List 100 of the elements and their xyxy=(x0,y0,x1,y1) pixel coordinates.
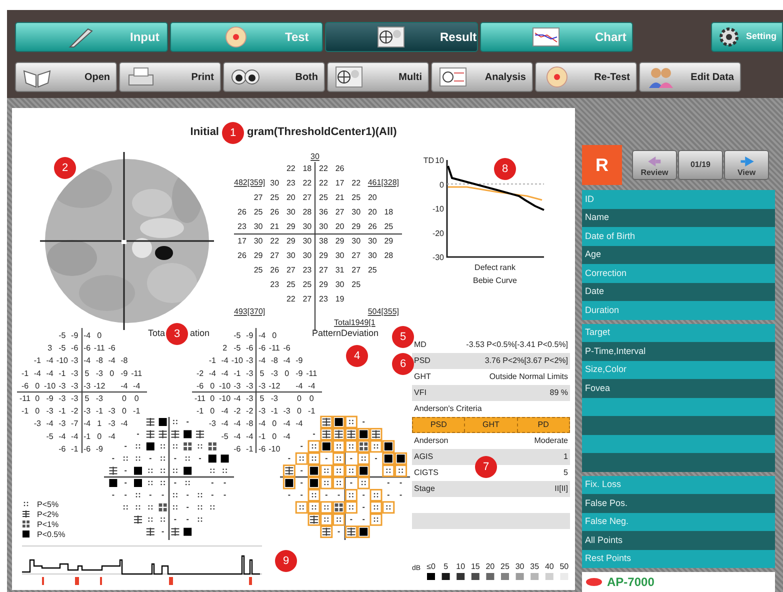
toolbar-button[interactable]: Both xyxy=(223,62,325,92)
report-title: gram(ThresholdCenter1)(All) xyxy=(247,126,397,138)
threshold-value: 29 xyxy=(254,251,263,260)
deviation-value: 0 xyxy=(210,394,215,403)
nav-button[interactable]: 01/19 xyxy=(678,150,723,180)
deviation-value: 0 xyxy=(210,381,215,390)
deviation-value: -10 xyxy=(231,356,243,366)
deviation-value: -4 xyxy=(83,419,91,428)
deviation-value: -9 xyxy=(120,368,128,378)
threshold-value: 30 xyxy=(368,236,377,246)
deviation-value: -4 xyxy=(71,432,78,441)
deviation-value: 0 xyxy=(134,394,139,403)
legend-symbol-icon xyxy=(22,520,30,528)
toolbar-button[interactable]: Edit Data xyxy=(639,62,741,92)
deviation-value: -9 xyxy=(46,394,54,403)
threshold-value: 31 xyxy=(335,266,344,274)
deviation-value: -4 xyxy=(58,432,66,441)
stats-label: Anderson xyxy=(414,435,448,447)
threshold-value: 25 xyxy=(368,266,377,274)
stats-label: Stage xyxy=(414,483,435,495)
plot-label: Tota xyxy=(148,328,165,338)
deviation-value: -6 xyxy=(58,444,66,454)
deviation-value: -11 xyxy=(268,344,280,353)
deviation-value: -3 xyxy=(96,394,103,403)
deviation-value: -3 xyxy=(270,394,278,403)
deviation-value: -6 xyxy=(21,381,29,390)
threshold-value: 26 xyxy=(238,251,246,260)
threshold-value: 26 xyxy=(238,208,246,216)
deviation-value: -5 xyxy=(58,331,66,340)
scale-swatch-icon xyxy=(427,573,435,580)
toolbar-button[interactable]: Analysis xyxy=(431,62,533,92)
scale-swatch-icon xyxy=(456,573,465,580)
deviation-value: -4 xyxy=(83,331,91,340)
stats-label: CIGTS xyxy=(414,467,438,479)
eye-indicator: R xyxy=(582,145,622,185)
deviation-value: -3 xyxy=(71,381,78,390)
chart-title: Bebie Curve xyxy=(472,276,518,285)
deviation-value: -1 xyxy=(21,368,29,378)
threshold-value: 22 xyxy=(302,178,312,188)
scale-label: 20 xyxy=(486,562,495,571)
toolbar-button[interactable]: Open xyxy=(15,62,117,92)
deviation-value: 5 xyxy=(260,394,264,403)
deviation-value: -11 xyxy=(94,344,105,353)
stats-value: 5 xyxy=(564,467,568,479)
deviation-value: -5 xyxy=(221,432,228,441)
threshold-value: 30 xyxy=(368,251,377,260)
deviation-value: -1 xyxy=(71,444,78,454)
info-label: False Pos. xyxy=(585,496,628,510)
deviation-value: -10 xyxy=(219,394,231,403)
scale-label: 35 xyxy=(530,562,540,571)
threshold-value: 20 xyxy=(286,193,296,202)
deviation-value: -3 xyxy=(34,419,41,428)
deviation-value: 5 xyxy=(260,368,264,378)
threshold-value: 25 xyxy=(302,280,312,289)
deviation-value: -4 xyxy=(46,356,54,366)
threshold-value: 38 xyxy=(319,236,328,246)
axis-label: TD xyxy=(423,156,434,165)
stats-value: Outside Normal Limits xyxy=(489,371,568,383)
deviation-value: 0 xyxy=(97,331,102,340)
info-label: Correction xyxy=(585,266,627,280)
toolbar-button[interactable]: Print xyxy=(119,62,221,92)
nav-tab[interactable]: Result xyxy=(325,22,478,52)
deviation-value: -4 xyxy=(283,419,290,428)
info-label: ID xyxy=(585,192,594,206)
deviation-value: -2 xyxy=(196,368,204,378)
deviation-value: -3 xyxy=(108,406,116,416)
deviation-value: -4 xyxy=(83,356,91,366)
deviation-value: -12 xyxy=(268,381,280,390)
test-count-label: 461[328] xyxy=(368,178,399,187)
deviation-value: -3 xyxy=(71,368,78,378)
threshold-value: 22 xyxy=(286,294,296,304)
deviation-value: -4 xyxy=(258,356,266,366)
threshold-value: 27 xyxy=(270,251,280,260)
toolbar-button[interactable]: Re-Test xyxy=(535,62,637,92)
deviation-value: -10 xyxy=(44,381,56,390)
deviation-value: -1 xyxy=(34,356,41,366)
deviation-value: -1 xyxy=(58,406,66,416)
deviation-value: -11 xyxy=(306,368,318,378)
nav-button[interactable]: View xyxy=(724,150,769,180)
info-label: Date xyxy=(585,285,604,298)
threshold-value: 27 xyxy=(352,251,361,260)
deviation-value: -3 xyxy=(58,419,66,428)
chart-icon xyxy=(438,65,468,89)
deviation-value: -4 xyxy=(296,419,303,428)
threshold-value: 23 xyxy=(302,266,312,274)
threshold-value: 29 xyxy=(352,222,361,231)
info-label: Fix. Loss xyxy=(585,478,622,491)
deviation-value: 0 xyxy=(296,406,302,416)
deviation-value: -9 xyxy=(96,444,103,454)
toolbar-button[interactable]: Multi xyxy=(327,62,429,92)
deviation-value: -1 xyxy=(196,406,204,416)
nav-button[interactable]: Review xyxy=(632,150,677,180)
plot-label: ation xyxy=(190,328,210,338)
scale-swatch-icon xyxy=(486,573,494,580)
deviation-value: -3 xyxy=(208,419,216,428)
plot-label: PatternDeviation xyxy=(312,328,379,338)
axis-tick-label: -20 xyxy=(432,228,444,238)
deviation-value: 0 xyxy=(284,368,290,378)
threshold-value: 30 xyxy=(302,251,312,260)
deviation-value: -3 xyxy=(46,406,54,416)
